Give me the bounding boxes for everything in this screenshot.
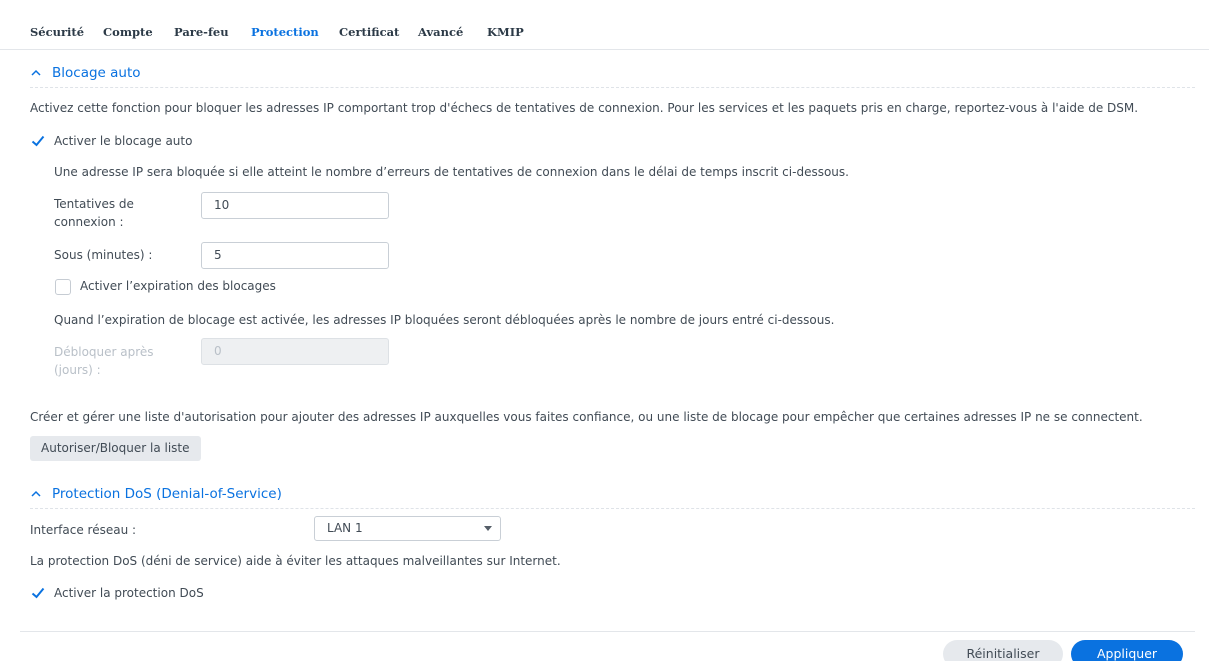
chevron-up-icon: [30, 67, 42, 79]
expiration-text: Quand l’expiration de blocage est activé…: [54, 313, 835, 327]
tab-securite[interactable]: Sécurité: [30, 25, 84, 39]
auto-block-rule-text: Une adresse IP sera bloquée si elle atte…: [54, 165, 849, 179]
network-interface-select[interactable]: LAN 1: [314, 516, 501, 541]
enable-expiration-checkbox[interactable]: [55, 279, 71, 295]
network-interface-value: LAN 1: [327, 521, 363, 535]
checkmark-icon: [31, 587, 45, 599]
enable-auto-block-label: Activer le blocage auto: [54, 134, 193, 148]
attempts-label: Tentatives de connexion :: [54, 197, 134, 229]
within-minutes-input[interactable]: 5: [201, 242, 389, 269]
chevron-up-icon: [30, 488, 42, 500]
reset-button[interactable]: Réinitialiser: [943, 640, 1063, 661]
network-interface-label: Interface réseau :: [30, 523, 137, 537]
tab-certificat[interactable]: Certificat: [339, 25, 399, 39]
enable-expiration-label: Activer l’expiration des blocages: [80, 279, 276, 293]
within-minutes-label: Sous (minutes) :: [54, 248, 153, 262]
dos-section-header[interactable]: Protection DoS (Denial-of-Service): [30, 484, 282, 504]
tab-bar: Sécurité Compte Pare-feu Protection Cert…: [0, 0, 1209, 50]
unblock-after-label: Débloquer après (jours) :: [54, 345, 154, 377]
apply-button[interactable]: Appliquer: [1071, 640, 1183, 661]
caret-down-icon: [484, 526, 492, 531]
tab-avance[interactable]: Avancé: [418, 25, 463, 39]
section-divider: [30, 508, 1195, 509]
dos-description: La protection DoS (déni de service) aide…: [30, 554, 561, 568]
footer-divider: [20, 631, 1195, 632]
enable-dos-checkbox[interactable]: [30, 585, 46, 601]
tab-pare-feu[interactable]: Pare-feu: [174, 25, 229, 39]
enable-auto-block-checkbox[interactable]: [30, 133, 46, 149]
dos-title: Protection DoS (Denial-of-Service): [52, 486, 282, 502]
auto-block-description: Activez cette fonction pour bloquer les …: [30, 101, 1139, 115]
auto-block-section-header[interactable]: Blocage auto: [30, 63, 141, 83]
section-divider: [30, 87, 1195, 88]
allow-block-list-text: Créer et gérer une liste d'autorisation …: [30, 410, 1143, 424]
checkmark-icon: [31, 135, 45, 147]
tab-compte[interactable]: Compte: [103, 25, 153, 39]
attempts-input[interactable]: 10: [201, 192, 389, 219]
tab-protection[interactable]: Protection: [251, 25, 319, 39]
enable-dos-label: Activer la protection DoS: [54, 586, 204, 600]
unblock-after-input[interactable]: 0: [201, 338, 389, 365]
auto-block-title: Blocage auto: [52, 65, 141, 81]
tab-kmip[interactable]: KMIP: [487, 25, 524, 39]
allow-block-list-button[interactable]: Autoriser/Bloquer la liste: [30, 436, 201, 461]
